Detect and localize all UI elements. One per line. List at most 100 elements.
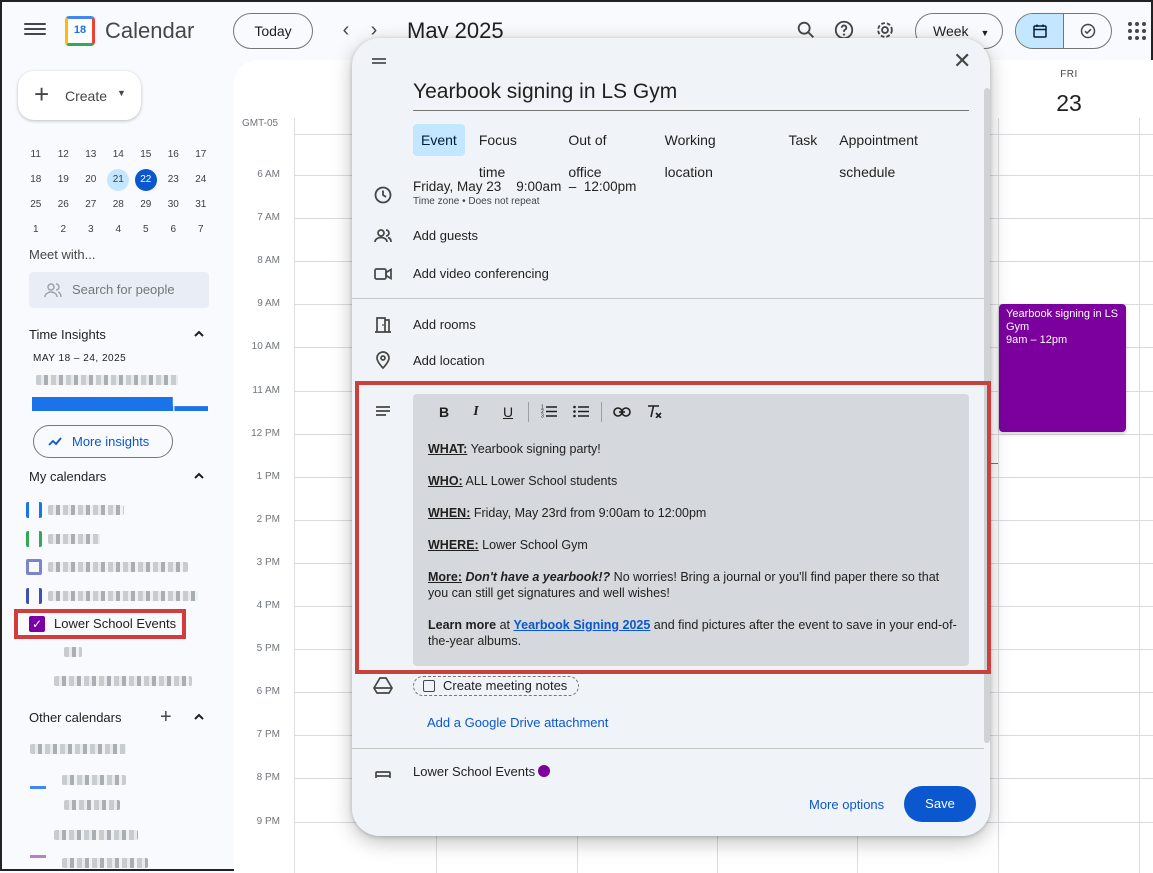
event-title-input[interactable]: Yearbook signing in LS Gym [413,80,969,111]
create-button[interactable]: + Create ▼ [18,71,141,120]
bold-icon[interactable]: B [428,404,460,420]
create-meeting-notes-button[interactable]: Create meeting notes [413,676,579,696]
mini-day[interactable]: 29 [132,194,160,216]
calendar-item[interactable] [26,501,124,519]
yearbook-signing-link[interactable]: Yearbook Signing 2025 [513,618,650,632]
today-button[interactable]: Today [233,13,313,49]
calendar-item[interactable] [26,587,198,605]
mini-day[interactable]: 23 [160,169,188,191]
description-icon [376,406,390,416]
calendar-item[interactable] [26,530,100,548]
calendar-checkbox[interactable] [26,502,42,518]
mini-day[interactable]: 3 [77,219,105,241]
add-guests-field[interactable]: Add guests [413,228,478,243]
tab-event[interactable]: Event [413,124,465,156]
desc-key: WHO: [428,474,463,488]
desc-key: More: [428,570,463,584]
calendar-view-icon[interactable] [1016,14,1064,48]
calendar-checkbox[interactable] [26,559,42,575]
more-options-button[interactable]: More options [809,797,884,812]
calendar-item[interactable] [26,558,188,576]
mini-day[interactable]: 28 [105,194,133,216]
tab-task[interactable]: Task [780,124,825,156]
calendar-checkbox[interactable] [26,531,42,547]
day-column-line [294,118,295,873]
desc-value: Yearbook signing party! [467,442,601,456]
event-date-subtext[interactable]: Time zone • Does not repeat [413,196,540,207]
desc-key: Learn more [428,618,497,632]
numbered-list-icon[interactable]: 123 [533,404,565,421]
mini-day[interactable]: 2 [50,219,78,241]
mini-day[interactable]: 30 [160,194,188,216]
dialog-scrollbar[interactable] [984,88,990,743]
tab-appointment-schedule[interactable]: Appointment schedule [831,124,984,180]
mini-day-today[interactable]: 21 [107,168,130,191]
mini-day[interactable]: 13 [77,144,105,166]
event-type-tabs: Event Focus time Out of office Working l… [413,124,990,180]
add-drive-attachment-link[interactable]: Add a Google Drive attachment [427,715,608,730]
event-calendar-selector[interactable]: Lower School Events [413,764,535,779]
hour-label: 1 PM [256,471,280,482]
apps-grid-icon[interactable] [1128,22,1146,40]
add-rooms-field[interactable]: Add rooms [413,317,476,332]
search-people-input[interactable]: Search for people [29,272,209,308]
chevron-up-icon[interactable] [193,328,205,340]
day-number[interactable]: 23 [1039,90,1099,117]
link-icon[interactable] [606,404,638,420]
redacted-text [62,858,148,868]
hour-label: 7 PM [256,729,280,740]
redacted-text [64,800,120,810]
next-week-button[interactable]: › [366,20,382,40]
tab-focus-time[interactable]: Focus time [471,124,555,180]
mini-day[interactable]: 25 [22,194,50,216]
add-location-field[interactable]: Add location [413,353,485,368]
mini-day[interactable]: 12 [50,144,78,166]
italic-icon[interactable]: I [460,404,492,420]
bulleted-list-icon[interactable] [565,404,597,421]
close-icon[interactable]: ✕ [953,48,971,74]
mini-day[interactable]: 26 [50,194,78,216]
mini-day[interactable]: 20 [77,169,105,191]
mini-day[interactable]: 5 [132,219,160,241]
description-editor[interactable]: B I U 123 WHAT: Yearbook signing party! … [413,394,969,666]
mini-day[interactable]: 4 [105,219,133,241]
more-insights-button[interactable]: More insights [33,425,173,458]
mini-day[interactable]: 7 [187,219,215,241]
add-calendar-icon[interactable]: + [160,707,172,727]
event-date-time[interactable]: Friday, May 23 9:00am – 12:00pm [413,179,636,194]
save-button[interactable]: Save [904,786,976,822]
hour-label: 4 PM [256,600,280,611]
event-chip[interactable]: Yearbook signing in LS Gym 9am – 12pm [999,304,1126,432]
tab-working-location[interactable]: Working location [657,124,775,180]
room-icon [375,317,391,333]
mini-week-row: 18 19 20 21 22 23 24 [22,167,215,192]
add-video-conferencing[interactable]: Add video conferencing [413,266,549,281]
prev-week-button[interactable]: ‹ [338,20,354,40]
redacted-text [48,534,100,544]
tab-out-of-office[interactable]: Out of office [560,124,650,180]
chevron-up-icon[interactable] [193,470,205,482]
mini-day[interactable]: 24 [187,169,215,191]
mini-day-selected[interactable]: 22 [134,168,157,191]
mini-day[interactable]: 16 [160,144,188,166]
clear-formatting-icon[interactable] [638,404,670,421]
calendar-checkbox[interactable] [26,588,42,604]
mini-day[interactable]: 31 [187,194,215,216]
mini-day[interactable]: 14 [105,144,133,166]
main-menu-icon[interactable] [24,20,46,38]
chevron-up-icon[interactable] [193,711,205,723]
mini-day[interactable]: 18 [22,169,50,191]
tasks-icon[interactable] [1064,14,1111,48]
hour-label: 10 AM [251,341,280,352]
mini-day[interactable]: 19 [50,169,78,191]
underline-icon[interactable]: U [492,404,524,420]
mini-day[interactable]: 27 [77,194,105,216]
drag-handle-icon[interactable] [372,56,386,66]
day-header-fri[interactable]: FRI 23 [1039,69,1099,117]
checkbox-checked-icon[interactable]: ✓ [29,616,45,632]
mini-day[interactable]: 17 [187,144,215,166]
mini-day[interactable]: 1 [22,219,50,241]
mini-day[interactable]: 6 [160,219,188,241]
mini-day[interactable]: 15 [132,144,160,166]
mini-day[interactable]: 11 [22,144,50,166]
